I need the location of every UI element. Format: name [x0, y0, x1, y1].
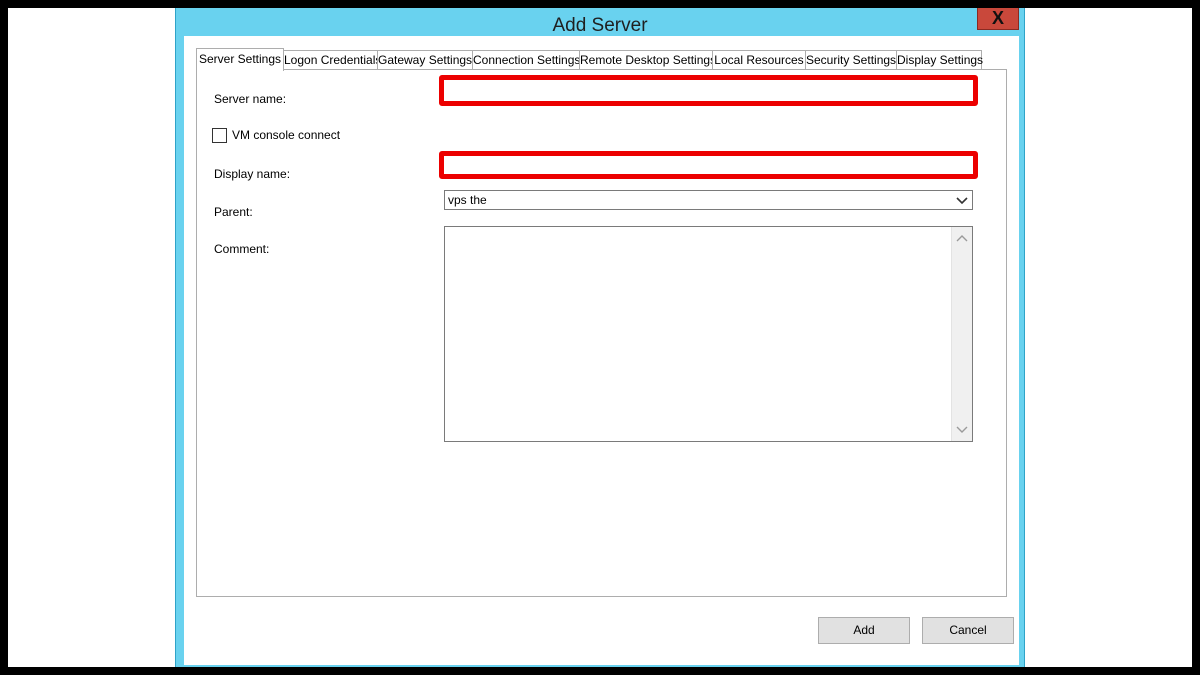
tab-connection-settings[interactable]: Connection Settings	[472, 50, 580, 69]
tab-server-settings[interactable]: Server Settings	[196, 48, 284, 71]
parent-label: Parent:	[214, 205, 253, 219]
dialog-title: Add Server	[552, 15, 648, 36]
tab-local-resources[interactable]: Local Resources	[712, 50, 806, 69]
tab-remote-desktop-settings[interactable]: Remote Desktop Settings	[579, 50, 716, 69]
tab-display-settings[interactable]: Display Settings	[896, 50, 983, 69]
tab-gateway-settings[interactable]: Gateway Settings	[377, 50, 473, 69]
close-button[interactable]: X	[977, 8, 1019, 30]
display-name-label: Display name:	[214, 167, 291, 181]
cancel-button[interactable]: Cancel	[922, 617, 1014, 644]
close-icon: X	[991, 8, 1004, 28]
server-settings-panel: Server name: VM console connect Display …	[196, 69, 1007, 597]
comment-scrollbar[interactable]	[951, 227, 972, 441]
chevron-down-icon	[956, 197, 968, 205]
tab-logon-credentials[interactable]: Logon Credentials	[283, 50, 381, 69]
scroll-down-icon[interactable]	[956, 423, 968, 435]
comment-textarea[interactable]	[444, 226, 973, 442]
vm-console-label: VM console connect	[232, 128, 341, 142]
parent-selected-value: vps the	[448, 193, 487, 207]
scroll-up-icon[interactable]	[956, 233, 968, 245]
add-button[interactable]: Add	[818, 617, 910, 644]
vm-console-checkbox[interactable]	[212, 128, 227, 143]
comment-label: Comment:	[214, 242, 270, 256]
tab-security-settings[interactable]: Security Settings	[805, 50, 897, 69]
display-name-input[interactable]	[439, 151, 978, 179]
server-name-label: Server name:	[214, 92, 287, 106]
add-server-dialog: Add Server X Server Settings Logon Crede…	[175, 8, 1025, 667]
screen: Add Server X Server Settings Logon Crede…	[8, 8, 1192, 667]
dialog-client-area: Server Settings Logon Credentials Gatewa…	[184, 36, 1019, 665]
server-name-input[interactable]	[439, 75, 978, 106]
parent-dropdown[interactable]: vps the	[444, 190, 973, 210]
